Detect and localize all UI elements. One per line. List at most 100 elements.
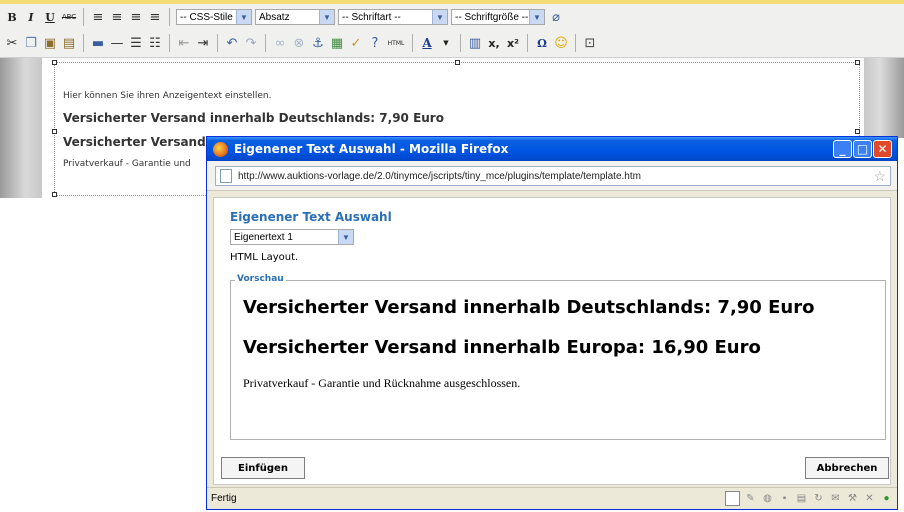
template-select[interactable]: Eigenertext 1 ▼ xyxy=(230,229,354,245)
status-bar: Fertig ✎ ◍ ▪ ▤ ↻ ✉ ⚒ ✕ ● xyxy=(207,487,897,509)
eraser-icon[interactable]: ⌀ xyxy=(548,9,564,25)
copy-icon[interactable]: ❐ xyxy=(23,35,39,51)
cancel-button[interactable]: Abbrechen xyxy=(805,457,889,479)
window-titlebar[interactable]: Eigenener Text Auswahl - Mozilla Firefox… xyxy=(207,137,897,161)
chevron-down-icon[interactable]: ▼ xyxy=(529,10,544,24)
status-text: Fertig xyxy=(211,493,237,504)
underline-button[interactable]: U xyxy=(42,9,58,25)
template-icon[interactable]: ⊡ xyxy=(582,35,598,51)
bold-button[interactable]: B xyxy=(4,9,20,25)
font-family-select[interactable]: -- Schriftart -- ▼ xyxy=(338,9,448,25)
align-right-icon[interactable]: ≡ xyxy=(128,9,144,25)
resize-handle[interactable] xyxy=(52,192,57,197)
indent-icon[interactable]: ⇥ xyxy=(195,35,211,51)
superscript-button[interactable]: x² xyxy=(505,35,521,51)
format-value: Absatz xyxy=(259,11,290,23)
globe-icon: ◍ xyxy=(763,493,772,504)
undo-icon[interactable]: ↶ xyxy=(224,35,240,51)
chevron-down-icon[interactable]: ▼ xyxy=(438,35,454,51)
horizontal-rule-icon[interactable]: ▬ xyxy=(90,35,106,51)
close-button[interactable]: ✕ xyxy=(873,140,892,158)
editor-line-2: Versicherter Versand in xyxy=(63,135,223,149)
firefox-popup-window: Eigenener Text Auswahl - Mozilla Firefox… xyxy=(206,136,898,510)
special-char-button[interactable]: Ω xyxy=(534,35,550,51)
toolbar-row-1: B I U ABC ≡ ≡ ≡ ≡ -- CSS-Stile -- ▼ Absa… xyxy=(4,6,564,28)
resize-handle[interactable] xyxy=(855,129,860,134)
link-icon[interactable]: ∞ xyxy=(272,35,288,51)
chevron-down-icon[interactable]: ▼ xyxy=(319,10,334,24)
chevron-down-icon[interactable]: ▼ xyxy=(236,10,251,24)
toolbar-separator xyxy=(265,34,266,52)
font-color-icon[interactable]: A xyxy=(419,35,435,51)
resize-handle[interactable] xyxy=(855,60,860,65)
unlink-icon[interactable]: ⊗ xyxy=(291,35,307,51)
toolbar-separator xyxy=(83,8,84,26)
chevron-down-icon[interactable]: ▼ xyxy=(338,230,353,244)
preview-fieldset: Vorschau Versicherter Versand innerhalb … xyxy=(230,274,886,440)
bullet-list-icon[interactable]: ☰ xyxy=(128,35,144,51)
window-title: Eigenener Text Auswahl - Mozilla Firefox xyxy=(234,142,509,156)
dialog-title: Eigenener Text Auswahl xyxy=(230,210,392,224)
resize-handle[interactable] xyxy=(455,60,460,65)
outdent-icon[interactable]: ⇤ xyxy=(176,35,192,51)
font-size-select[interactable]: -- Schriftgröße -- ▼ xyxy=(451,9,545,25)
toolbar-separator xyxy=(527,34,528,52)
cut-icon[interactable]: ✂ xyxy=(4,35,20,51)
resize-handle[interactable] xyxy=(52,60,57,65)
editor-right-edge xyxy=(864,58,904,138)
css-styles-value: -- CSS-Stile -- xyxy=(180,11,236,23)
toolbar-separator xyxy=(169,34,170,52)
print-icon: ▤ xyxy=(796,493,807,504)
url-text: http://www.auktions-vorlage.de/2.0/tinym… xyxy=(238,170,641,182)
toolbar-separator xyxy=(412,34,413,52)
save-icon: ▪ xyxy=(782,493,787,504)
italic-button[interactable]: I xyxy=(23,9,39,25)
chevron-down-icon[interactable]: ▼ xyxy=(432,10,447,24)
help-icon[interactable]: ? xyxy=(367,35,383,51)
toolbar-separator xyxy=(460,34,461,52)
toolbar-separator xyxy=(169,8,170,26)
css-styles-select[interactable]: -- CSS-Stile -- ▼ xyxy=(176,9,252,25)
preview-legend: Vorschau xyxy=(235,274,286,284)
url-bar: http://www.auktions-vorlage.de/2.0/tinym… xyxy=(207,161,897,191)
maximize-button[interactable]: □ xyxy=(853,140,872,158)
cleanup-icon[interactable]: ✓ xyxy=(348,35,364,51)
bookmark-star-icon[interactable]: ☆ xyxy=(873,168,886,185)
strikethrough-button[interactable]: ABC xyxy=(61,9,77,25)
firefox-icon xyxy=(213,141,228,157)
image-icon[interactable]: ▦ xyxy=(329,35,345,51)
editor-line-3: Privatverkauf - Garantie und xyxy=(63,159,191,169)
align-justify-icon[interactable]: ≡ xyxy=(147,9,163,25)
html-source-button[interactable]: HTML xyxy=(386,35,406,51)
preview-heading-2: Versicherter Versand innerhalb Europa: 1… xyxy=(243,337,761,358)
toolbar-row-2: ✂ ❐ ▣ ▤ ▬ — ☰ ☷ ⇤ ⇥ ↶ ↷ ∞ ⊗ ⚓ ▦ ✓ ? HTML… xyxy=(4,32,598,54)
resize-handle[interactable] xyxy=(52,129,57,134)
line-icon[interactable]: — xyxy=(109,35,125,51)
refresh-icon: ↻ xyxy=(814,493,823,504)
font-size-value: -- Schriftgröße -- xyxy=(455,11,529,23)
editor-left-edge xyxy=(0,58,42,198)
paste-icon[interactable]: ▣ xyxy=(42,35,58,51)
pencil-icon: ✎ xyxy=(746,493,755,504)
numbered-list-icon[interactable]: ☷ xyxy=(147,35,163,51)
subscript-button[interactable]: x, xyxy=(486,35,502,51)
format-select[interactable]: Absatz ▼ xyxy=(255,9,335,25)
toolbar-separator xyxy=(217,34,218,52)
wrench-icon: ✕ xyxy=(865,493,874,504)
paste-word-icon[interactable]: ▤ xyxy=(61,35,77,51)
page-icon xyxy=(220,169,232,183)
url-field[interactable]: http://www.auktions-vorlage.de/2.0/tinym… xyxy=(215,166,891,186)
tool-icon: ⚒ xyxy=(848,493,857,504)
minimize-button[interactable]: _ xyxy=(833,140,852,158)
redo-icon[interactable]: ↷ xyxy=(243,35,259,51)
table-icon[interactable]: ▥ xyxy=(467,35,483,51)
preview-paragraph: Privatverkauf - Garantie und Rücknahme a… xyxy=(243,376,521,390)
align-center-icon[interactable]: ≡ xyxy=(109,9,125,25)
anchor-icon[interactable]: ⚓ xyxy=(310,35,326,51)
font-family-value: -- Schriftart -- xyxy=(342,11,401,23)
align-left-icon[interactable]: ≡ xyxy=(90,9,106,25)
toolbar-separator xyxy=(575,34,576,52)
smiley-icon[interactable]: ☺ xyxy=(553,35,569,51)
insert-button[interactable]: Einfügen xyxy=(221,457,305,479)
editor-toolbar: B I U ABC ≡ ≡ ≡ ≡ -- CSS-Stile -- ▼ Absa… xyxy=(0,4,904,58)
